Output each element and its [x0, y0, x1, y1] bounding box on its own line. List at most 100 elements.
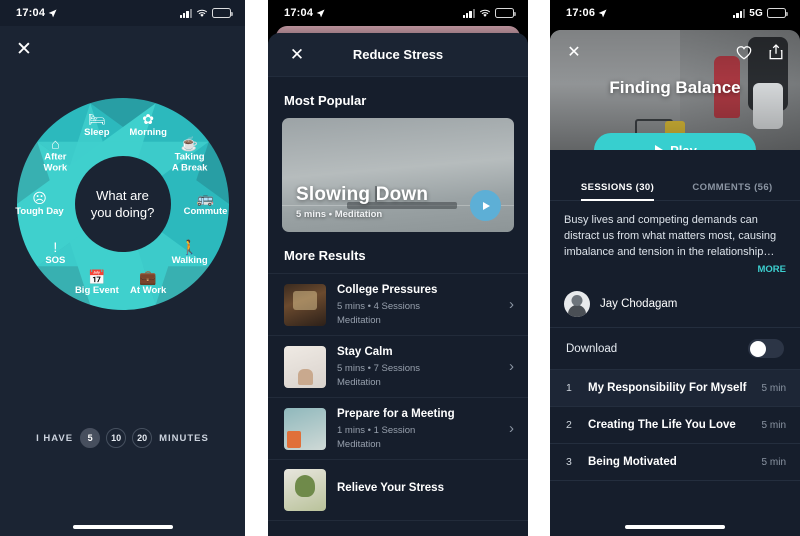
- play-button[interactable]: [470, 190, 501, 221]
- close-button[interactable]: ✕: [564, 42, 584, 62]
- minutes-prefix-label: I HAVE: [36, 432, 74, 444]
- more-link[interactable]: MORE: [550, 260, 800, 285]
- activity-wheel[interactable]: What are you doing? ✿ Morning ☕ Taking A Bre…: [15, 98, 229, 310]
- close-button[interactable]: ✕: [14, 40, 34, 60]
- session-duration: 5 min: [761, 419, 786, 431]
- result-meta: Prepare for a Meeting 1 mins • 1 Session M…: [337, 407, 498, 450]
- session-duration: 5 min: [761, 456, 786, 468]
- author-row[interactable]: Jay Chodagam: [550, 285, 800, 328]
- play-icon: [483, 201, 490, 210]
- play-button[interactable]: Play: [594, 133, 756, 150]
- detail-description: Busy lives and competing demands can dis…: [564, 214, 777, 258]
- result-title: College Pressures: [337, 284, 438, 296]
- detail-top-bar: ✕: [550, 42, 800, 62]
- session-name: Being Motivated: [588, 456, 677, 468]
- result-row[interactable]: Prepare for a Meeting 1 mins • 1 Session M…: [268, 398, 528, 460]
- network-label: 5G: [749, 7, 763, 19]
- status-bar-panel1: 17:04: [0, 0, 245, 26]
- more-results-heading: More Results: [284, 248, 366, 263]
- result-meta: College Pressures 5 mins • 4 Sessions Medi…: [337, 283, 498, 326]
- session-row[interactable]: 2 Creating The Life You Love 5 min: [550, 407, 800, 444]
- result-thumbnail: [284, 283, 326, 326]
- status-left: 17:04: [16, 7, 57, 19]
- result-row[interactable]: College Pressures 5 mins • 4 Sessions Medi…: [268, 273, 528, 336]
- session-row[interactable]: 3 Being Motivated 5 min: [550, 444, 800, 481]
- location-arrow-icon: [48, 8, 57, 17]
- detail-tabs[interactable]: SESSIONS (30) COMMENTS (56): [550, 176, 800, 201]
- share-icon[interactable]: [766, 42, 786, 62]
- hub-line-2: you doing?: [90, 205, 155, 220]
- location-arrow-icon: [316, 8, 325, 17]
- result-category: Meditation: [337, 315, 381, 326]
- session-row[interactable]: 1 My Responsibility For Myself 5 min: [550, 370, 800, 407]
- sessions-list[interactable]: 1 My Responsibility For Myself 5 min 2 Creat…: [550, 370, 800, 481]
- phone-panel-detail: 17:06 5G ✕ Finding Balance Play SESSIONS…: [550, 0, 800, 536]
- session-number: 2: [566, 419, 572, 431]
- status-time: 17:04: [16, 7, 46, 19]
- chevron-right-icon: ›: [509, 420, 514, 437]
- screenshot-stage: 17:04 ✕ What are you doing? ✿ Morning ☕ …: [0, 0, 800, 536]
- download-row[interactable]: Download: [550, 328, 800, 370]
- sheet-header: ✕ Reduce Stress: [268, 33, 528, 77]
- status-right: [462, 8, 516, 18]
- detail-sheet: ✕ Finding Balance Play SESSIONS (30) COM…: [550, 30, 800, 536]
- status-time: 17:04: [284, 7, 314, 19]
- results-scroll-area[interactable]: Most Popular Slowing Down 5 mins • Medit…: [268, 77, 528, 536]
- battery-icon: [212, 8, 233, 18]
- location-arrow-icon: [598, 8, 607, 17]
- wifi-icon: [479, 9, 491, 17]
- result-title: Prepare for a Meeting: [337, 408, 455, 420]
- minutes-selector[interactable]: I HAVE 5 10 20 MINUTES: [0, 428, 245, 448]
- close-button[interactable]: ✕: [288, 46, 306, 64]
- avatar: [564, 291, 590, 317]
- status-bar-panel3: 17:06 5G: [550, 0, 800, 26]
- featured-card-text: Slowing Down 5 mins • Meditation: [296, 184, 428, 220]
- detail-hero-image: ✕ Finding Balance Play: [550, 30, 800, 150]
- result-row[interactable]: Stay Calm 5 mins • 7 Sessions Meditation ›: [268, 336, 528, 398]
- download-toggle[interactable]: [748, 339, 784, 358]
- heart-icon[interactable]: [734, 42, 754, 62]
- status-time: 17:06: [566, 7, 596, 19]
- result-thumbnail: [284, 345, 326, 388]
- result-thumbnail: [284, 469, 326, 511]
- detail-title: Finding Balance: [609, 78, 741, 97]
- result-meta: Relieve Your Stress: [337, 481, 503, 499]
- wifi-icon: [196, 9, 208, 17]
- page-title: Reduce Stress: [352, 47, 444, 62]
- session-name: Creating The Life You Love: [588, 419, 736, 431]
- play-label: Play: [670, 142, 697, 151]
- most-popular-heading: Most Popular: [284, 93, 367, 108]
- minutes-option-10[interactable]: 10: [106, 428, 127, 448]
- signal-icon: [462, 8, 475, 18]
- result-row[interactable]: Relieve Your Stress: [268, 460, 528, 521]
- featured-card[interactable]: Slowing Down 5 mins • Meditation: [282, 118, 514, 232]
- wheel-hub: What are you doing?: [74, 156, 171, 252]
- result-duration: 5 mins • 7 Sessions: [337, 363, 421, 374]
- session-number: 1: [566, 382, 572, 394]
- battery-icon: [495, 8, 516, 18]
- result-category: Meditation: [337, 377, 381, 388]
- results-list[interactable]: College Pressures 5 mins • 4 Sessions Medi…: [268, 273, 528, 521]
- result-duration: 1 mins • 1 Session: [337, 425, 416, 436]
- result-meta: Stay Calm 5 mins • 7 Sessions Meditation: [337, 345, 498, 388]
- home-indicator: [625, 525, 725, 529]
- home-indicator: [72, 525, 173, 529]
- result-thumbnail: [284, 407, 326, 450]
- status-bar-panel2: 17:04: [268, 0, 528, 26]
- status-left: 17:06: [566, 7, 607, 19]
- battery-icon: [767, 8, 788, 18]
- author-name: Jay Chodagam: [600, 298, 678, 310]
- minutes-option-20[interactable]: 20: [132, 428, 153, 448]
- wheel-screen-body: ✕ What are you doing? ✿ Morning ☕ Taking A B…: [0, 26, 245, 536]
- chevron-right-icon: ›: [509, 296, 514, 313]
- signal-icon: [732, 8, 746, 18]
- result-title: Relieve Your Stress: [337, 482, 444, 494]
- minutes-options[interactable]: 5 10 20: [80, 428, 153, 448]
- minutes-suffix-label: MINUTES: [159, 432, 209, 444]
- tab-sessions[interactable]: SESSIONS (30): [560, 176, 675, 201]
- result-duration: 5 mins • 4 Sessions: [337, 301, 421, 312]
- minutes-option-5[interactable]: 5: [80, 428, 101, 448]
- featured-meta: 5 mins • Meditation: [296, 209, 383, 220]
- status-right: 5G: [732, 7, 788, 19]
- tab-comments[interactable]: COMMENTS (56): [675, 176, 790, 200]
